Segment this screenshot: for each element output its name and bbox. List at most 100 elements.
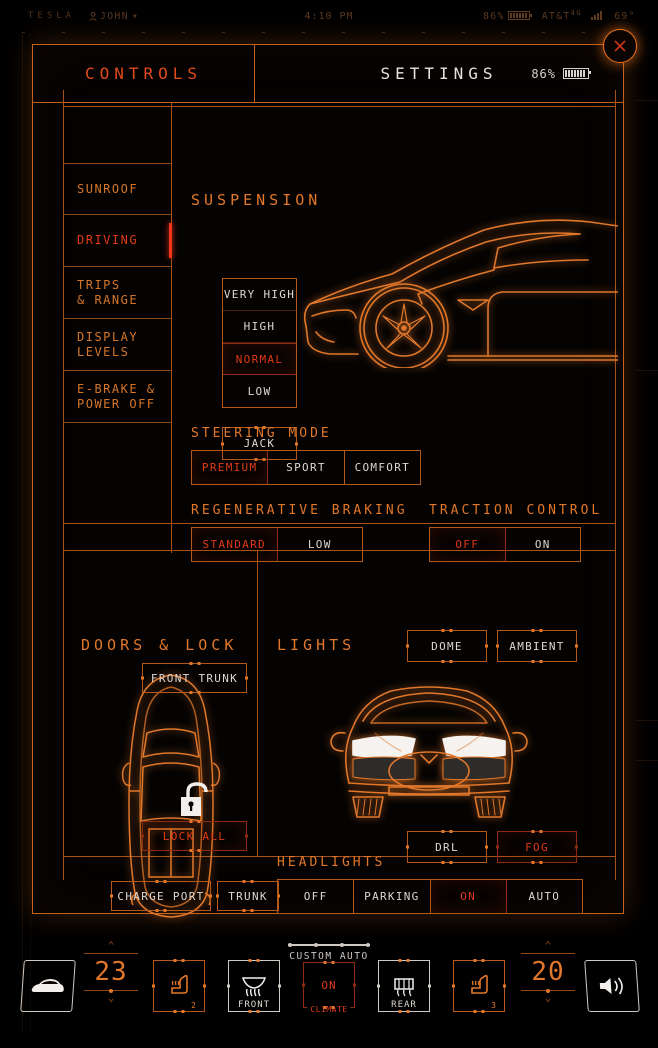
car-profile-icon [31, 979, 64, 992]
right-temperature-control[interactable]: ⌃ 20 ⌄ [521, 940, 575, 1003]
steering-option-sport[interactable]: SPORT [268, 451, 345, 484]
option-label: COMFORT [354, 461, 411, 474]
regen-braking-options: STANDARD LOW [191, 527, 363, 562]
sidebar-item-ebrake-poweroff[interactable]: E-BRAKE & POWER OFF [63, 371, 171, 423]
suspension-option-very-high[interactable]: VERY HIGH [223, 279, 296, 311]
steering-option-comfort[interactable]: COMFORT [345, 451, 420, 484]
lock-all-button[interactable]: LOCK ALL [141, 821, 248, 851]
car-profile-button[interactable] [20, 960, 76, 1012]
status-bar-divider [22, 32, 658, 33]
sidebar-item-label-2: & RANGE [77, 292, 139, 307]
option-label: ON [460, 890, 477, 903]
temp-up-icon[interactable]: ⌃ [108, 940, 115, 951]
ambient-light-button[interactable]: AMBIENT [496, 630, 578, 662]
tab-settings[interactable]: SETTINGS 86% [255, 45, 623, 102]
temp-down-icon[interactable]: ⌄ [545, 992, 552, 1003]
regen-option-low[interactable]: LOW [278, 528, 363, 561]
front-defrost-button[interactable]: FRONT [227, 960, 281, 1012]
heated-seat-icon [471, 974, 488, 994]
left-temperature-value: 23 [94, 957, 128, 987]
option-label: VERY HIGH [223, 288, 296, 301]
climate-power-button[interactable]: ON CLIMATE [302, 962, 356, 1014]
panel-tabs: CONTROLS SETTINGS 86% [33, 45, 623, 103]
option-label: SPORT [286, 461, 326, 474]
option-label: LOW [307, 538, 332, 551]
traction-option-off[interactable]: OFF [430, 528, 506, 561]
regen-option-standard[interactable]: STANDARD [192, 528, 278, 561]
sidebar-item-display-levels[interactable]: DISPLAY LEVELS [63, 319, 171, 371]
front-defrost-frame [227, 960, 281, 1012]
fog-label: FOG [525, 840, 549, 854]
option-label: NORMAL [235, 352, 284, 366]
drl-button[interactable]: DRL [406, 831, 488, 863]
steering-mode-options: PREMIUM SPORT COMFORT [191, 450, 421, 485]
background-decoration-line [22, 33, 23, 1033]
traction-control-options: OFF ON [429, 527, 581, 562]
volume-frame [584, 960, 640, 1012]
temp-up-icon[interactable]: ⌃ [545, 940, 552, 951]
trunk-button[interactable]: TRUNK [216, 881, 280, 911]
fog-button[interactable]: FOG [496, 831, 578, 863]
background-decoration-line [636, 760, 658, 761]
option-label: LOW [247, 384, 272, 398]
sidebar-item-label: TRIPS [77, 277, 121, 292]
steering-option-premium[interactable]: PREMIUM [192, 451, 269, 484]
charge-port-button[interactable]: CHARGE PORT [110, 881, 212, 911]
option-label: PARKING [364, 890, 420, 903]
left-seat-heater-frame: 2 [152, 960, 206, 1012]
sidebar-item-sunroof[interactable]: SUNROOF [63, 163, 171, 215]
sidebar-item-label: DISPLAY [77, 329, 139, 344]
regen-braking-title: REGENERATIVE BRAKING [191, 503, 408, 518]
suspension-option-high[interactable]: HIGH [223, 311, 296, 343]
suspension-option-normal[interactable]: NORMAL [223, 343, 296, 375]
tab-settings-label: SETTINGS [380, 64, 498, 83]
traction-option-on[interactable]: ON [506, 528, 581, 561]
right-temperature-value: 20 [531, 957, 565, 987]
sidebar-item-driving[interactable]: DRIVING [63, 215, 172, 267]
sidebar-item-label-2: POWER OFF [77, 396, 156, 411]
temp-down-icon[interactable]: ⌄ [108, 992, 115, 1003]
left-seat-heater-button[interactable]: 2 [152, 960, 206, 1012]
option-label: OFF [303, 890, 328, 903]
close-icon [614, 40, 626, 52]
status-bar: TESLA JOHN ▾ 4:10 PM 86% AT&T4G 69° [0, 0, 658, 32]
custom-auto-control[interactable]: CUSTOM AUTO [288, 943, 370, 962]
climate-bar: CUSTOM AUTO ⌃ 23 ⌄ 2 FRONT ON CLIMATE RE… [0, 914, 658, 1048]
volume-button[interactable] [584, 960, 640, 1012]
headlights-title: HEADLIGHTS [277, 855, 386, 870]
left-seat-level: 2 [191, 1001, 196, 1010]
heated-seat-icon [171, 974, 188, 994]
suspension-options: VERY HIGH HIGH NORMAL LOW [222, 278, 297, 408]
custom-auto-slider[interactable] [288, 943, 370, 947]
lights-title: LIGHTS [277, 636, 356, 654]
suspension-option-low[interactable]: LOW [223, 375, 296, 407]
battery-icon [563, 68, 591, 79]
sidebar-item-label-2: LEVELS [77, 344, 130, 359]
front-trunk-button[interactable]: FRONT TRUNK [141, 663, 248, 693]
volume-icon [599, 977, 623, 995]
right-seat-heater-button[interactable]: 3 [452, 960, 506, 1012]
rear-defrost-frame [377, 960, 431, 1012]
lock-all-label: LOCK ALL [162, 829, 227, 843]
front-trunk-label: FRONT TRUNK [150, 671, 239, 685]
option-label: HIGH [243, 320, 276, 333]
headlight-option-off[interactable]: OFF [278, 880, 355, 913]
close-button[interactable] [603, 29, 637, 63]
background-decoration-line [636, 720, 658, 721]
climate-power-frame: ON CLIMATE [302, 962, 356, 1014]
defrost-icon [394, 978, 414, 997]
drl-label: DRL [435, 840, 459, 854]
left-temperature-control[interactable]: ⌃ 23 ⌄ [84, 940, 138, 1003]
charge-port-label: CHARGE PORT [117, 889, 205, 903]
headlight-option-parking[interactable]: PARKING [354, 880, 431, 913]
headlight-option-on[interactable]: ON [431, 880, 507, 913]
option-label: ON [534, 538, 551, 551]
defrost-icon [241, 977, 267, 997]
tab-controls[interactable]: CONTROLS [33, 45, 255, 102]
dome-light-button[interactable]: DOME [406, 630, 488, 662]
climate-state: ON [321, 978, 337, 992]
sidebar-item-trips-range[interactable]: TRIPS & RANGE [63, 267, 171, 319]
headlight-option-auto[interactable]: AUTO [507, 880, 582, 913]
panel-content: SUNROOF DRIVING TRIPS & RANGE DISPLAY LE… [33, 103, 623, 918]
rear-defrost-button[interactable]: REAR [377, 960, 431, 1012]
